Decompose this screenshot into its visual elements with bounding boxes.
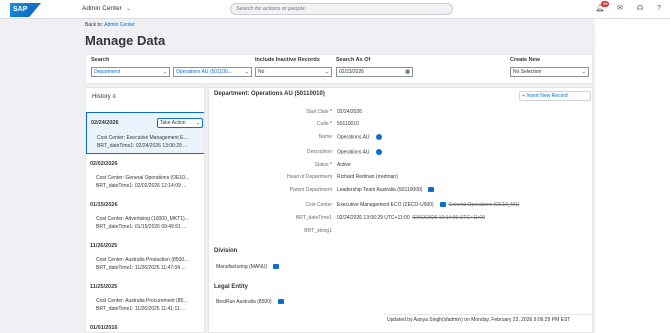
bell-icon[interactable]: 🔔︎ (595, 4, 605, 14)
inactive-select[interactable]: No ⌄ (255, 67, 332, 77)
name-value: Operations AU (337, 134, 382, 140)
create-label: Create New (510, 57, 540, 63)
link-icon[interactable] (439, 202, 446, 208)
history-line: Cost Center: Australia Procurement (85..… (96, 298, 188, 304)
breadcrumb-prefix: Back to: (85, 22, 104, 28)
app-title[interactable]: Admin Center (82, 5, 122, 12)
link-icon[interactable] (277, 299, 284, 305)
take-action-select[interactable]: Take Action ⌄ (157, 118, 203, 128)
search-label: Search (91, 57, 110, 63)
filter-bar: Search Department ⌄ Operations AU (50110… (85, 54, 593, 84)
headset-icon[interactable]: ☊ (635, 4, 645, 14)
global-search[interactable] (230, 3, 453, 15)
shell-bar: SAP Admin Center ⌄ 29 🔔︎ ✉︎ ☊ ? (0, 0, 670, 19)
legal-entity-value: BestRun Australia (8500) (216, 299, 284, 305)
link-icon[interactable] (273, 264, 280, 270)
history-line: Cost Center: General Operations (OE10... (96, 175, 190, 181)
globe-icon[interactable] (375, 149, 382, 155)
field-label: Description (306, 149, 332, 155)
cost-center-old-value: General Operations (OE10_M1) (448, 202, 520, 208)
history-line: BRT_dateTime1: 11/26/2025 11:47:04 ... (96, 265, 186, 271)
insert-new-record-button[interactable]: + Insert New Record (519, 91, 591, 101)
chevron-down-icon: ⌄ (581, 69, 586, 75)
field-label: Cost Center (305, 202, 332, 208)
search-input[interactable] (236, 4, 436, 14)
start-date-value: 02/24/2026 (337, 109, 363, 115)
detail-panel: Department: Operations AU (50110010) + I… (208, 87, 593, 333)
help-icon[interactable]: ? (654, 4, 664, 14)
history-line: BRT_dateTime1: 01/15/2026 09:49:51 ... (96, 224, 187, 230)
calendar-icon[interactable]: ▦ (405, 68, 410, 76)
field-label: Start Date * (306, 109, 332, 115)
history-line: BRT_dateTime1: 02/24/2026 13:06:29 ... (97, 143, 188, 149)
history-title[interactable]: History ≡ (92, 94, 116, 100)
right-blank-panel (595, 19, 670, 333)
link-icon[interactable] (428, 187, 435, 193)
history-panel: History ≡ 02/24/2026 Take Action ⌄ Cost … (85, 87, 205, 333)
chevron-down-icon: ⌄ (195, 120, 200, 126)
chevron-down-icon[interactable]: ⌄ (126, 5, 131, 12)
create-value: No Selection (513, 69, 542, 75)
history-line: Cost Center: Advertising (10000_MKT1)... (96, 216, 189, 222)
division-value: Manufacturing (MANU) (216, 264, 280, 270)
legal-entity-title: Legal Entity (214, 284, 249, 290)
history-line: BRT_dateTime1: 02/02/2026 12:14:09 ... (96, 183, 187, 189)
collapse-icon: ≡ (112, 94, 116, 100)
asof-label: Search As Of (336, 57, 371, 63)
history-item[interactable]: 02/02/2026 Cost Center: General Operatio… (86, 154, 204, 196)
history-date: 11/26/2025 (90, 243, 118, 249)
brt-datetime-value: 02/24/2026 13:06:29 UTC+11:00 02/02/2026… (337, 215, 485, 221)
history-date: 01/15/2026 (90, 202, 118, 208)
plus-icon: + (522, 93, 525, 99)
history-date: 02/02/2026 (90, 161, 118, 167)
page-title: Manage Data (85, 33, 166, 48)
create-select[interactable]: No Selection ⌄ (510, 67, 589, 77)
history-date: 02/24/2026 (91, 120, 119, 126)
chat-icon[interactable]: ✉︎ (615, 4, 625, 14)
asof-date-input[interactable]: 02/23/2026 ▦ (336, 67, 413, 77)
footer-divider (384, 314, 592, 315)
history-item[interactable]: 02/24/2026 Take Action ⌄ Cost Center: Ex… (86, 112, 204, 154)
history-line: Cost Center: Australia Production (8500.… (96, 257, 189, 263)
history-item[interactable]: 11/26/2025 Cost Center: Australia Produc… (86, 236, 204, 278)
field-label: Head of Department (286, 174, 332, 180)
detail-title: Department: Operations AU (50110010) (214, 91, 325, 97)
sap-logo[interactable]: SAP (10, 3, 41, 17)
head-of-department-value: Richard Redman (rredman) (337, 174, 398, 180)
search-type-select[interactable]: Department ⌄ (91, 67, 170, 77)
history-item[interactable]: 01/01/2016 (86, 318, 204, 332)
parent-department-value: Leadership Team Australia (50110000) (337, 187, 435, 193)
brt-datetime-old-value: 02/02/2026 12:14:09 UTC+11:00 (412, 215, 485, 221)
search-value-select[interactable]: Operations AU (501100... ⌄ (173, 67, 252, 77)
division-title: Division (214, 248, 238, 254)
search-type-value: Department (94, 69, 121, 75)
field-label: Status * (314, 162, 332, 168)
history-item[interactable]: 11/25/2025 Cost Center: Australia Procur… (86, 277, 204, 319)
description-value: Operations AU (337, 149, 382, 155)
breadcrumb: Back to: Admin Center (85, 22, 135, 28)
code-value: 50110010 (337, 121, 359, 127)
chevron-down-icon: ⌄ (244, 69, 249, 75)
globe-icon[interactable] (375, 134, 382, 140)
asof-value: 02/23/2026 (339, 69, 365, 75)
history-item[interactable]: 01/15/2026 Cost Center: Advertising (100… (86, 195, 204, 237)
field-label: Name (318, 134, 332, 140)
field-label: Code * (316, 121, 332, 127)
search-value: Operations AU (501100... (176, 69, 233, 75)
history-date: 11/25/2025 (90, 284, 118, 290)
status-value: Active (337, 162, 351, 168)
history-line: Cost Center: Executive Management E... (97, 135, 188, 141)
history-line: BRT_dateTime1: 11/26/2025 11:41:11 ... (96, 306, 186, 312)
inactive-label: Include Inactive Records (255, 57, 320, 63)
inactive-value: No (258, 69, 265, 75)
updated-by-footer: Updated by Aanya Singh(sfadmin) on Monda… (387, 317, 571, 323)
field-label: BRT_string1 (304, 228, 332, 234)
breadcrumb-link[interactable]: Admin Center (104, 22, 135, 28)
history-date: 01/01/2016 (90, 325, 118, 331)
chevron-down-icon: ⌄ (162, 69, 167, 75)
cost-center-value: Executive Management ECO (ZECO-U500) Gen… (337, 202, 520, 208)
chevron-down-icon: ⌄ (324, 69, 329, 75)
field-label: BRT_dateTime1 (295, 215, 332, 221)
field-label: Parent Department (289, 187, 332, 193)
